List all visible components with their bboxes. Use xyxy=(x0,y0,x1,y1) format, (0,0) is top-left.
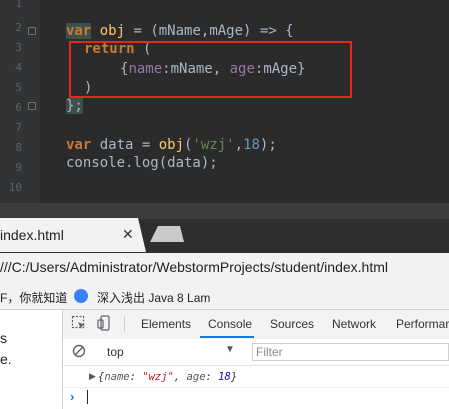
page-text: s xyxy=(0,330,7,346)
line-number: 7 xyxy=(15,121,22,134)
toolbar-divider xyxy=(124,316,125,332)
console-text: , xyxy=(173,371,187,383)
line-number: 4 xyxy=(15,61,22,74)
line-number: 9 xyxy=(15,161,22,174)
clear-console-icon[interactable] xyxy=(72,344,86,358)
console-text: : xyxy=(205,371,219,383)
code-text: }; xyxy=(66,98,83,114)
tab-console[interactable]: Console xyxy=(208,317,252,331)
inspect-element-icon[interactable] xyxy=(71,315,87,331)
code-text: ); xyxy=(259,137,277,153)
tab-title[interactable]: index.html xyxy=(0,227,64,243)
code-line-5: }; xyxy=(66,97,83,115)
console-prompt-icon: › xyxy=(70,389,75,404)
tab-performance[interactable]: Performar xyxy=(396,317,449,331)
tab-network[interactable]: Network xyxy=(332,317,376,331)
keyword-var: var xyxy=(66,23,92,39)
line-number: 3 xyxy=(15,41,22,54)
console-text: : xyxy=(129,371,143,383)
code-text: console.log(data); xyxy=(66,155,218,171)
bookmark-item[interactable]: 深入浅出 Java 8 Lam xyxy=(97,289,210,306)
code-text: = (mName,mAge) => { xyxy=(125,23,294,39)
keyword-var: var xyxy=(66,137,92,153)
tab-sources[interactable]: Sources xyxy=(270,317,314,331)
line-number: 8 xyxy=(15,141,22,154)
line-number: 6 xyxy=(15,101,22,114)
console-object-output[interactable]: {name: "wzj", age: 18} xyxy=(98,371,237,383)
bookmarks-bar xyxy=(0,283,449,310)
expand-triangle-icon[interactable]: ▶ xyxy=(89,371,96,382)
bookmark-item[interactable]: F，你就知道 xyxy=(0,289,67,306)
console-text: } xyxy=(230,371,238,383)
dropdown-arrow-icon[interactable]: ▼ xyxy=(225,344,235,355)
code-line-1: var obj = (mName,mAge) => { xyxy=(66,22,294,40)
number-literal: 18 xyxy=(243,137,260,153)
string-literal: 'wzj' xyxy=(192,137,235,153)
context-selector[interactable]: top xyxy=(107,345,124,359)
line-number: 2 xyxy=(15,21,22,34)
console-input-caret[interactable] xyxy=(87,390,88,404)
line-number: 1 xyxy=(15,0,22,10)
console-number-value: 18 xyxy=(218,371,231,383)
code-line-7: var data = obj('wzj',18); xyxy=(66,136,277,154)
active-tab-indicator xyxy=(200,336,254,338)
code-text: data = xyxy=(91,137,159,153)
function-call: obj xyxy=(158,137,185,153)
console-key: name xyxy=(104,371,130,383)
fold-marker-icon[interactable] xyxy=(28,102,36,110)
console-string-value: "wzj" xyxy=(142,371,174,383)
filter-placeholder: Filter xyxy=(256,345,283,359)
page-text: e. xyxy=(0,351,12,367)
line-number: 10 xyxy=(8,181,22,194)
code-text: , xyxy=(234,137,244,153)
fold-marker-icon[interactable] xyxy=(28,27,36,35)
tab-elements[interactable]: Elements xyxy=(141,317,191,331)
code-line-8: console.log(data); xyxy=(66,154,218,172)
annotation-highlight-box xyxy=(69,41,352,98)
console-key: age xyxy=(186,371,206,383)
device-toolbar-icon[interactable] xyxy=(97,315,113,331)
close-icon[interactable]: ✕ xyxy=(122,226,134,243)
line-number: 5 xyxy=(15,81,22,94)
bookmark-favicon-icon xyxy=(74,289,88,303)
devtools-toolbar xyxy=(63,310,449,340)
url-text[interactable]: ///C:/Users/Administrator/WebstormProjec… xyxy=(0,259,388,275)
function-name: obj xyxy=(99,23,126,39)
